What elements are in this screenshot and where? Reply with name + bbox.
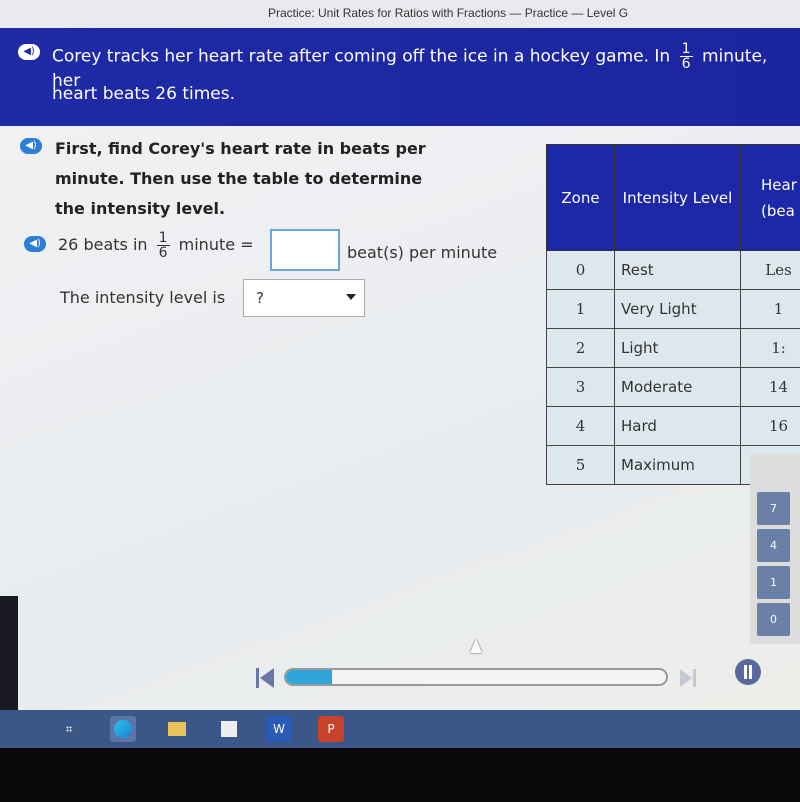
keypad: 7 4 1 0 [750,454,800,644]
key-4[interactable]: 4 [757,529,790,562]
answer-input[interactable] [270,229,340,271]
header-part: Hear [761,175,797,194]
table-row: 0 Rest Les [546,250,800,290]
skip-back-icon[interactable] [256,668,274,688]
rate-cell: Les [740,250,800,290]
lesson-title: Practice: Unit Rates for Ratios with Fra… [268,6,629,20]
header-heart-rate: Hear (bea [740,144,800,251]
eq-text: minute = [178,235,254,254]
table-row: 3 Moderate 14 [546,367,800,407]
rate-cell: 1: [740,328,800,368]
zone-cell: 5 [546,445,615,485]
header-zone: Zone [546,144,615,251]
table-row: 2 Light 1: [546,328,800,368]
unit-label: beat(s) per minute [347,243,498,262]
rate-cell: 14 [740,367,800,407]
rate-cell: 16 [740,406,800,446]
rate-cell: 1 [740,289,800,329]
word-icon[interactable]: W [266,716,292,742]
problem-text-line2: heart beats 26 times. [52,84,236,104]
key-7[interactable]: 7 [757,492,790,525]
header-part: (bea [761,201,795,220]
intensity-cell: Maximum [614,445,741,485]
problem-text-part: Corey tracks her heart rate after coming… [52,46,671,67]
zone-cell: 0 [546,250,615,290]
table-row: 1 Very Light 1 [546,289,800,329]
dropdown-value: ? [256,289,264,307]
mouse-cursor-icon [470,639,482,653]
store-icon[interactable] [216,716,242,742]
title-bar: Practice: Unit Rates for Ratios with Fra… [0,0,800,28]
edge-browser-icon[interactable] [110,716,136,742]
level-label: The intensity level is [60,288,226,307]
speaker-icon[interactable]: ◀) [20,138,42,154]
question-text: First, find Corey's heart rate in beats … [55,139,426,218]
speaker-icon[interactable]: ◀) [24,236,46,252]
frac-num: 1 [156,230,170,246]
table-header: Zone Intensity Level Hear (bea [546,144,800,251]
header-intensity: Intensity Level [614,144,741,251]
pause-button[interactable] [735,659,761,685]
progress-bar[interactable] [284,668,668,686]
zone-cell: 1 [546,289,615,329]
zone-cell: 3 [546,367,615,407]
progress-fill [286,670,332,684]
equation: 26 beats in 16 minute = [58,231,254,260]
table-row: 4 Hard 16 [546,406,800,446]
screen-edge [0,596,18,711]
intensity-cell: Moderate [614,367,741,407]
fraction: 16 [679,41,693,72]
taskbar: ⌗ W P [0,710,800,748]
powerpoint-icon[interactable]: P [318,716,344,742]
skip-forward-icon[interactable] [680,669,696,687]
content-area: ◀) First, find Corey's heart rate in bea… [0,126,800,712]
zone-cell: 2 [546,328,615,368]
intensity-cell: Very Light [614,289,741,329]
chevron-down-icon [346,294,356,300]
intensity-dropdown[interactable]: ? [243,279,365,317]
file-explorer-icon[interactable] [164,716,190,742]
frac-den: 6 [681,56,691,72]
intensity-cell: Hard [614,406,741,446]
problem-banner: ◀) Corey tracks her heart rate after com… [0,28,800,126]
speaker-icon[interactable]: ◀) [18,44,40,60]
intensity-cell: Rest [614,250,741,290]
task-view-icon[interactable]: ⌗ [56,716,82,742]
zone-table: Zone Intensity Level Hear (bea 0 Rest Les 1… [546,144,800,485]
eq-text: 26 beats in [58,235,148,254]
zone-cell: 4 [546,406,615,446]
frac-den: 6 [158,245,168,261]
key-0[interactable]: 0 [757,603,790,636]
intensity-cell: Light [614,328,741,368]
key-1[interactable]: 1 [757,566,790,599]
fraction: 16 [156,230,170,261]
frac-num: 1 [679,41,693,57]
